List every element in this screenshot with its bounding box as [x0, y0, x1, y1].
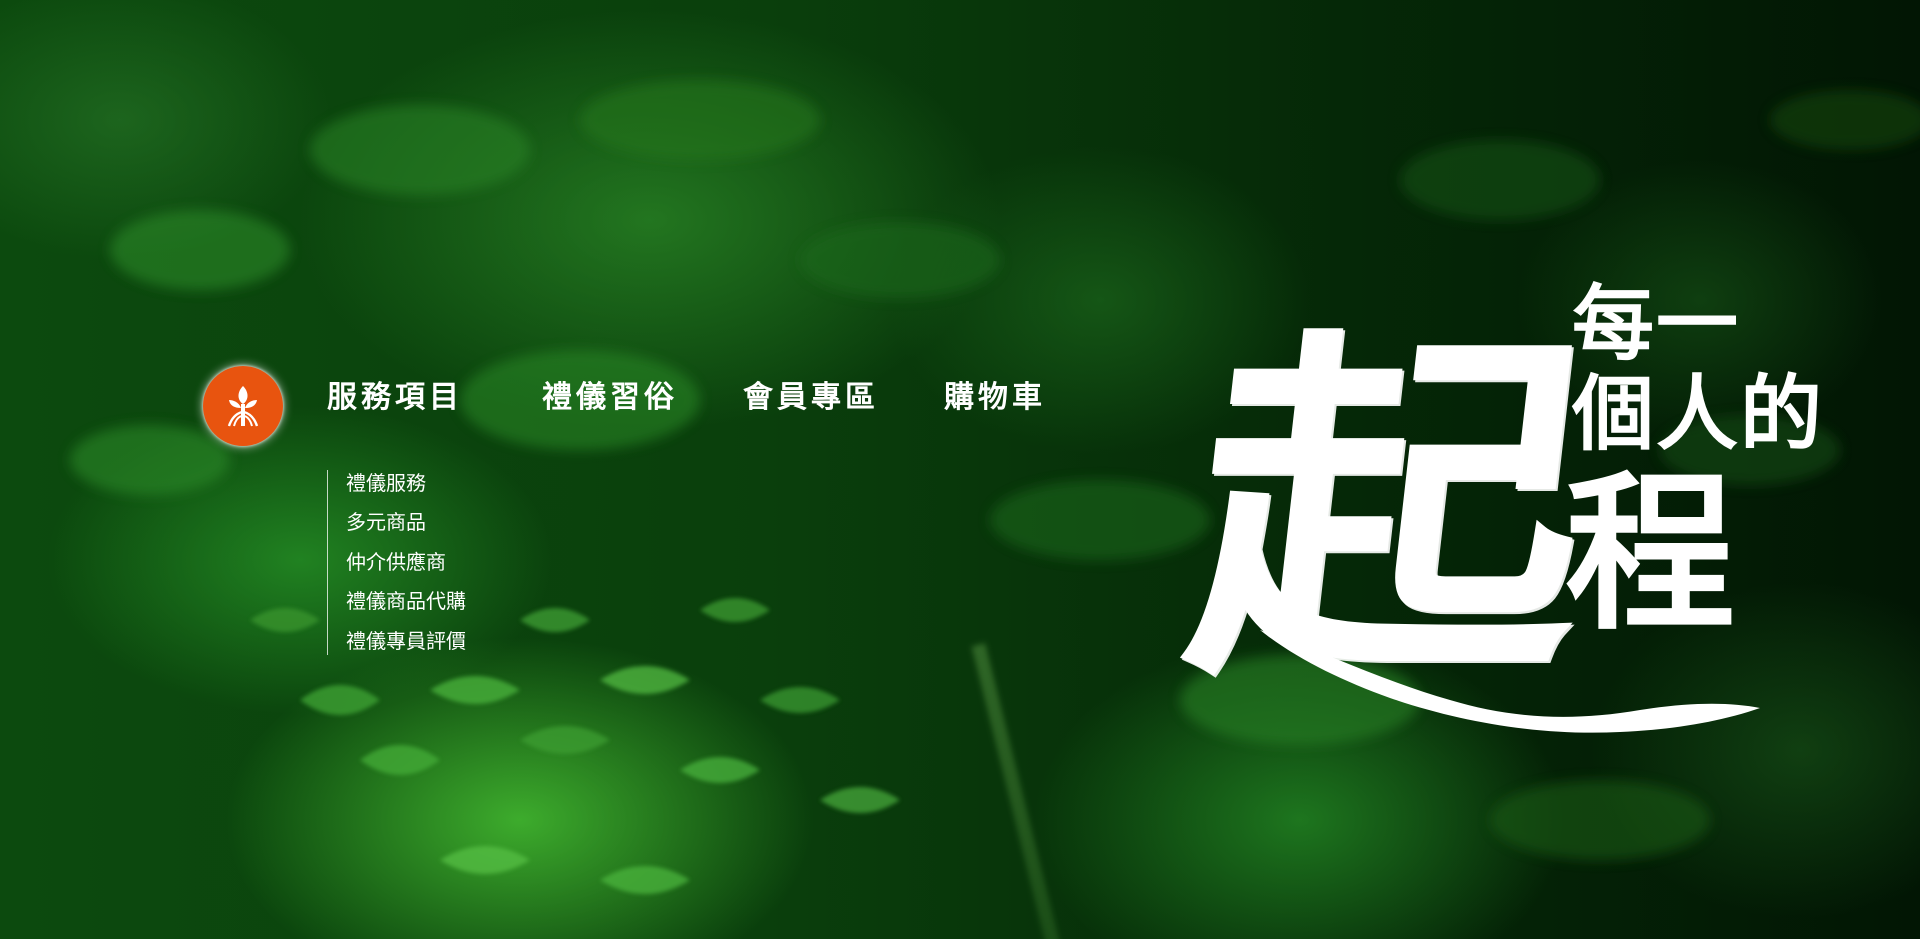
- nav-item-etiquette-customs[interactable]: 禮儀習俗: [542, 378, 678, 418]
- headline-line-1: 每一: [1572, 277, 1741, 372]
- brush-stroke-tail: [1260, 630, 1760, 733]
- hero-headline: 起 每一 個人的 程: [1171, 270, 1900, 750]
- submenu-item-supplier-agency[interactable]: 仲介供應商: [346, 549, 446, 575]
- services-submenu: 禮儀服務 多元商品 仲介供應商 禮儀商品代購 禮儀專員評價: [327, 470, 528, 655]
- submenu-item-diverse-products[interactable]: 多元商品: [346, 509, 426, 535]
- nav-item-cart[interactable]: 購物車: [944, 378, 1046, 418]
- submenu-item-staff-reviews[interactable]: 禮儀專員評價: [346, 628, 466, 654]
- headline-line-3: 程: [1565, 456, 1736, 654]
- submenu-item-etiquette-service[interactable]: 禮儀服務: [346, 470, 426, 496]
- hero-banner: 服務項目 禮儀習俗 會員專區 購物車 禮儀服務 多元商品 仲介供應商 禮儀商品代…: [0, 0, 1920, 939]
- sprout-icon: [227, 386, 259, 427]
- nav-item-member-area[interactable]: 會員專區: [743, 378, 879, 418]
- headline-line-2: 個人的: [1572, 367, 1825, 462]
- submenu-item-product-purchasing[interactable]: 禮儀商品代購: [346, 588, 466, 614]
- nav-item-services[interactable]: 服務項目: [327, 378, 463, 418]
- sprout-logo-icon[interactable]: [203, 366, 283, 446]
